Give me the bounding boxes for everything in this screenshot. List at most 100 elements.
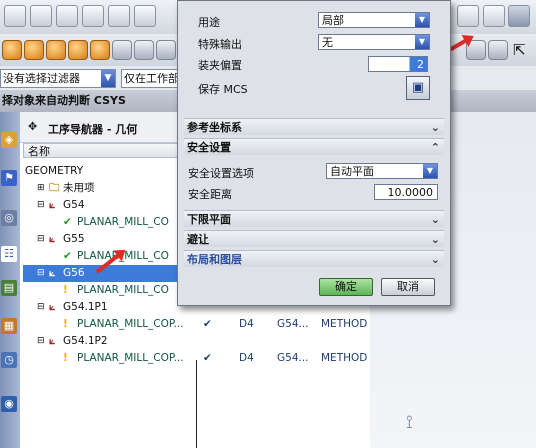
toolbar-button[interactable]: [82, 5, 104, 27]
constraint-icon[interactable]: ⚑: [1, 170, 17, 186]
safety-option-value: 自动平面: [330, 165, 374, 178]
safety-distance-input[interactable]: 10.0000: [374, 184, 438, 200]
web-browser-icon[interactable]: ◉: [1, 396, 17, 412]
purpose-label: 用途: [198, 16, 220, 29]
gray-action-button[interactable]: [156, 40, 176, 60]
type-filter-dropdown[interactable]: 没有选择过滤器 ▼: [0, 69, 116, 88]
tool-cell: D4: [239, 318, 254, 330]
toolbar-button[interactable]: [457, 5, 479, 27]
section-avoidance-title: 避让: [187, 233, 209, 246]
save-mcs-button[interactable]: ▣: [406, 76, 430, 100]
chevron-down-icon: ⌄: [430, 253, 440, 266]
special-output-label: 特殊输出: [198, 38, 242, 51]
geometry-cell: G54...: [277, 352, 309, 364]
section-layout-layers-title: 布局和图层: [187, 253, 242, 266]
orange-action-button[interactable]: [24, 40, 44, 60]
toolbar-button[interactable]: [134, 5, 156, 27]
floppy-disk-icon: ▣: [411, 80, 425, 95]
status-check-icon: ✔: [203, 352, 212, 364]
geometry-cell: G54...: [277, 318, 309, 330]
toolbar-button[interactable]: [108, 5, 130, 27]
tree-row-label: PLANAR_MILL_CO: [77, 216, 169, 228]
reuse-library-icon[interactable]: ▦: [1, 318, 17, 334]
section-safety-title: 安全设置: [187, 141, 231, 154]
tree-row-label: PLANAR_MILL_COP...: [77, 352, 184, 364]
method-cell: METHOD: [321, 318, 368, 330]
chevron-down-icon: ▼: [101, 70, 115, 87]
orange-action-button[interactable]: [46, 40, 66, 60]
expand-toggle-icon[interactable]: ⊟: [37, 265, 45, 282]
ok-button[interactable]: 确定: [319, 278, 373, 296]
chevron-down-icon: ▼: [423, 164, 437, 178]
gray-action-button[interactable]: [134, 40, 154, 60]
gray-action-button[interactable]: [488, 40, 508, 60]
orange-action-button[interactable]: [2, 40, 22, 60]
column-divider: [196, 360, 197, 448]
tree-row-label: GEOMETRY: [25, 165, 84, 177]
expand-toggle-icon[interactable]: ⊟: [37, 231, 45, 248]
part-navigator-icon[interactable]: ◎: [1, 210, 17, 226]
section-safety[interactable]: 安全设置 ⌃: [184, 138, 444, 155]
chevron-down-icon: ▼: [415, 35, 429, 49]
scope-filter-dropdown[interactable]: 仅在工作部: [121, 69, 183, 88]
role-icon[interactable]: [508, 5, 530, 27]
select-cursor-icon[interactable]: ⇱: [513, 41, 526, 59]
toolbar-button[interactable]: [4, 5, 26, 27]
tree-row-label: G54.1P2: [63, 335, 108, 347]
purpose-value: 局部: [322, 14, 344, 27]
section-ref-csys[interactable]: 参考坐标系 ⌄: [184, 118, 444, 135]
warn-op-icon: !: [63, 352, 68, 364]
tree-row-label: G54: [63, 199, 85, 211]
wcs-triad-icon: ⟟: [406, 412, 413, 433]
csys-icon: ⟀: [49, 301, 56, 313]
tree-row-label: G55: [63, 233, 85, 245]
toolbar-button[interactable]: [483, 5, 505, 27]
tree-row-label: PLANAR_MILL_CO: [77, 284, 169, 296]
tree-row[interactable]: ⊟ ⟀ G54.1P2: [23, 333, 370, 350]
fixture-offset-input[interactable]: 2: [368, 56, 428, 72]
section-layout-layers[interactable]: 布局和图层 ⌄: [184, 250, 444, 267]
expand-toggle-icon[interactable]: ⊟: [37, 333, 45, 350]
scope-filter-value: 仅在工作部: [124, 72, 179, 85]
machine-tool-icon[interactable]: ▤: [1, 280, 17, 296]
assembly-navigator-icon[interactable]: ◈: [1, 132, 17, 148]
method-cell: METHOD: [321, 352, 368, 364]
expand-toggle-icon[interactable]: ⊟: [37, 299, 45, 316]
section-ref-csys-title: 参考坐标系: [187, 121, 242, 134]
tool-cell: D4: [239, 352, 254, 364]
safety-option-label: 安全设置选项: [188, 167, 254, 180]
operation-navigator-icon[interactable]: ☷: [1, 246, 17, 262]
toolbar-button[interactable]: [30, 5, 52, 27]
resource-bar: ◈ ⚑ ◎ ☷ ▤ ▦ ◷ ◉: [0, 112, 20, 448]
gray-action-button[interactable]: [112, 40, 132, 60]
special-output-value: 无: [322, 36, 333, 49]
chevron-down-icon: ⌄: [430, 233, 440, 246]
csys-icon: ⟀: [49, 233, 56, 245]
expand-toggle-icon[interactable]: ⊟: [37, 197, 45, 214]
section-lower-plane-title: 下限平面: [187, 213, 231, 226]
section-lower-plane[interactable]: 下限平面 ⌄: [184, 210, 444, 227]
chevron-down-icon: ⌄: [430, 213, 440, 226]
tree-row-label: G56: [63, 267, 85, 279]
warn-op-icon: !: [63, 284, 68, 296]
fixture-offset-label: 装夹偏置: [198, 59, 242, 72]
pin-icon[interactable]: ✥: [28, 120, 37, 133]
orange-action-button[interactable]: [90, 40, 110, 60]
section-avoidance[interactable]: 避让 ⌄: [184, 230, 444, 247]
cancel-button[interactable]: 取消: [381, 278, 435, 296]
status-check-icon: ✔: [203, 318, 212, 330]
csys-icon: ⟀: [49, 267, 56, 279]
special-output-dropdown[interactable]: 无 ▼: [318, 34, 430, 50]
safety-option-dropdown[interactable]: 自动平面 ▼: [326, 163, 438, 179]
navigator-title: 工序导航器 - 几何: [48, 123, 138, 136]
expand-toggle-icon[interactable]: ⊞: [37, 180, 45, 197]
csys-icon: ⟀: [49, 199, 56, 211]
safety-distance-value: 10.0000: [387, 186, 434, 199]
toolbar-button[interactable]: [56, 5, 78, 27]
history-icon[interactable]: ◷: [1, 352, 17, 368]
folder-icon: 🗀: [49, 182, 60, 194]
orange-action-button[interactable]: [68, 40, 88, 60]
purpose-dropdown[interactable]: 局部 ▼: [318, 12, 430, 28]
tree-row-label: 未用项: [63, 182, 95, 194]
tree-row[interactable]: ! PLANAR_MILL_COP... ✔ D4 G54... METHOD: [23, 316, 370, 333]
